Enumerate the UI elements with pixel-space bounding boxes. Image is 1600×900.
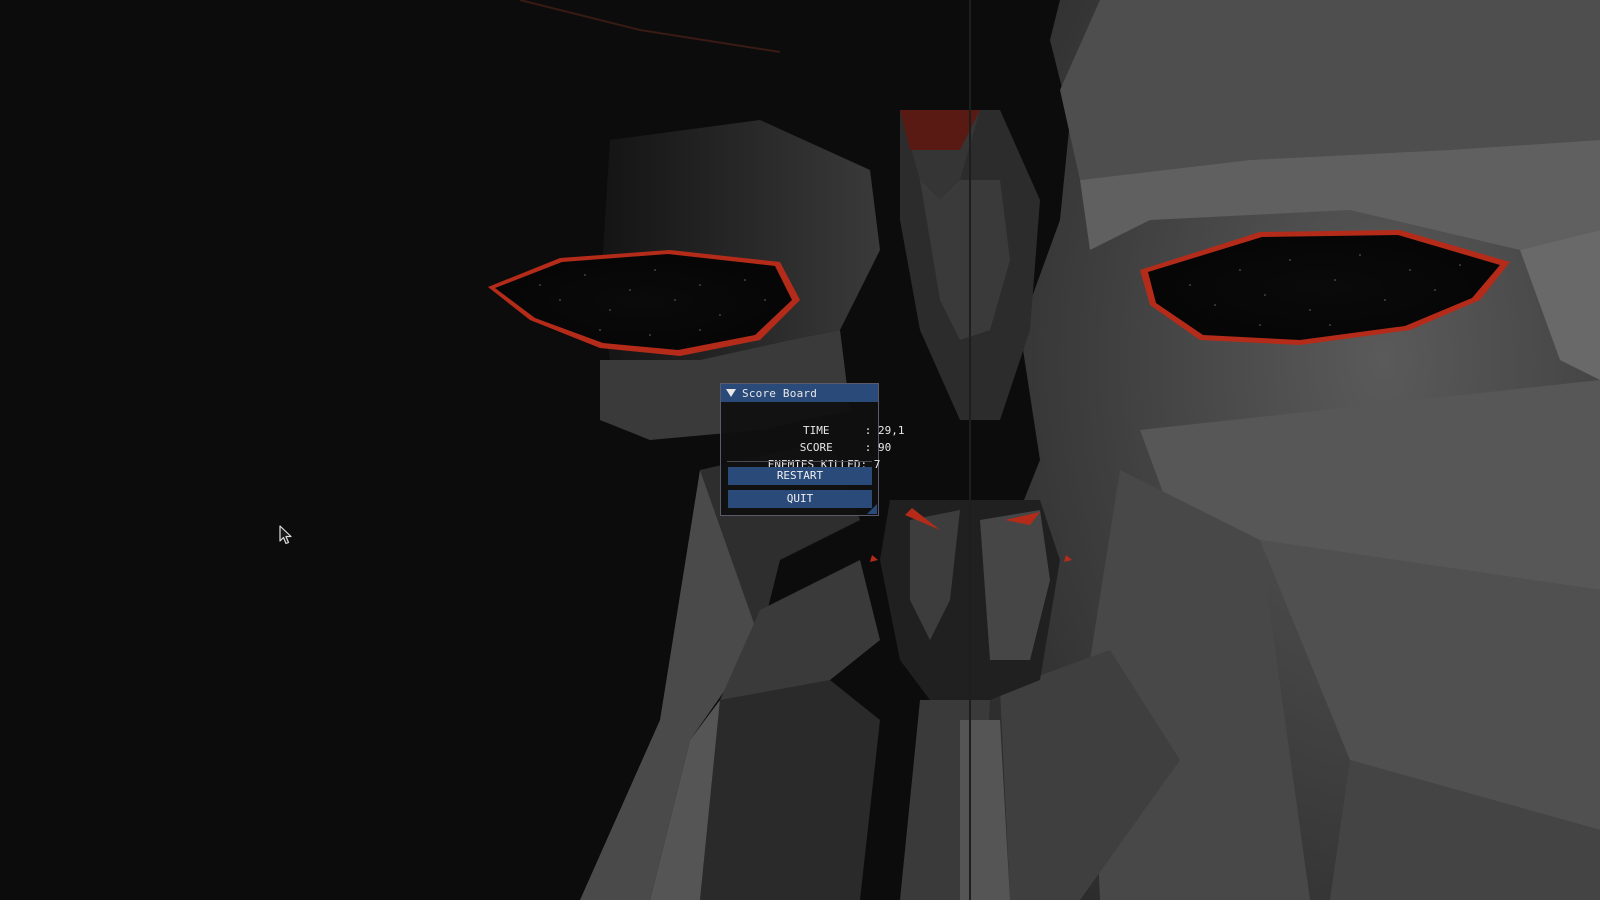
restart-button[interactable]: RESTART — [728, 467, 872, 485]
quit-button[interactable]: QUIT — [728, 490, 872, 508]
collapse-triangle-icon[interactable] — [726, 389, 736, 397]
resize-grip-icon[interactable] — [867, 504, 877, 514]
scoreboard-window[interactable]: Score Board TIME: 29,1 SCORE: 90 ENEMIES… — [720, 383, 905, 516]
enemies-killed-value: 7 — [873, 458, 881, 471]
enemies-row: ENEMIES KILLED: 7 — [728, 444, 881, 471]
score-row: SCORE: 90 — [728, 427, 892, 454]
scoreboard-title: Score Board — [742, 386, 818, 400]
game-viewport[interactable]: Score Board TIME: 29,1 SCORE: 90 ENEMIES… — [0, 0, 1600, 900]
time-row: TIME: 29,1 — [728, 410, 905, 437]
separator — [727, 461, 872, 462]
scoreboard-titlebar[interactable]: Score Board — [721, 384, 878, 402]
mouse-pointer-icon — [279, 525, 292, 545]
